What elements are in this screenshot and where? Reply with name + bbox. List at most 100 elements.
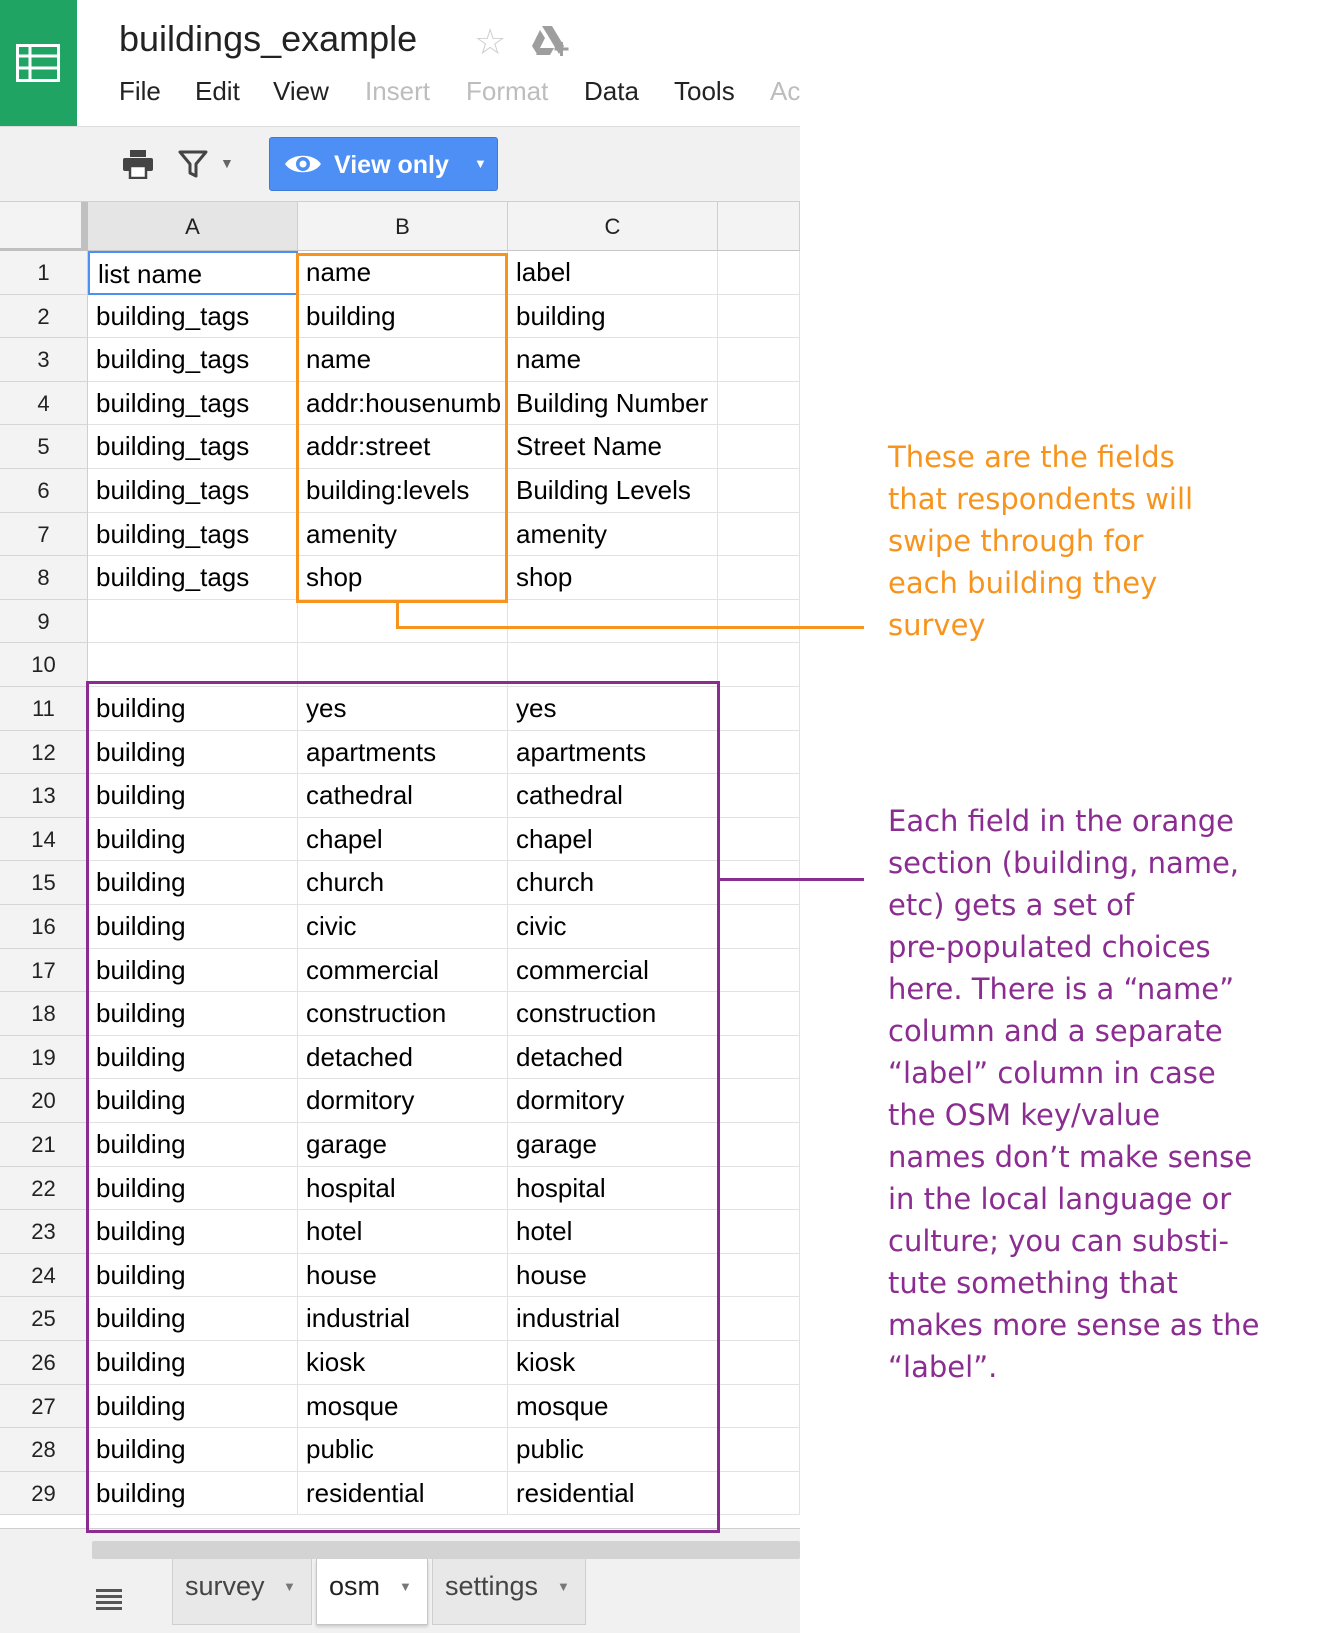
sheets-menu-icon[interactable] [96,1587,122,1616]
cell-d[interactable] [718,1166,800,1211]
cell-a[interactable] [88,599,298,644]
row-header[interactable]: 13 [0,774,88,818]
row-header[interactable]: 24 [0,1253,88,1298]
cell-d[interactable] [718,817,800,862]
row-header[interactable]: 25 [0,1297,88,1341]
star-icon[interactable]: ☆ [474,24,506,60]
cell-a[interactable]: building_tags [88,556,298,600]
row-header[interactable]: 16 [0,905,88,949]
menu-data[interactable]: Data [584,76,639,107]
column-header-a[interactable]: A [88,202,298,251]
row-header[interactable]: 27 [0,1384,88,1429]
row-header[interactable]: 18 [0,992,88,1036]
row-header[interactable]: 29 [0,1471,88,1516]
cell-d[interactable] [718,730,800,775]
cell-c[interactable]: building [508,294,718,339]
cell-d[interactable] [718,1428,800,1472]
cell-d[interactable] [718,556,800,600]
cell-d[interactable] [718,512,800,557]
filter-icon[interactable] [178,149,208,184]
menu-view[interactable]: View [273,76,329,107]
chevron-down-icon[interactable]: ▼ [399,1579,412,1594]
menu-format[interactable]: Format [466,76,548,107]
cell-a[interactable]: list name [88,251,298,295]
cell-b[interactable] [298,599,508,644]
view-only-button[interactable]: View only ▼ [269,137,498,191]
cell-d[interactable] [718,1253,800,1298]
column-header-b[interactable]: B [298,202,508,251]
horizontal-scrollbar[interactable] [92,1541,800,1559]
cell-c[interactable]: Building Levels [508,469,718,513]
cell-d[interactable] [718,1210,800,1254]
cell-d[interactable] [718,338,800,382]
row-header[interactable]: 11 [0,687,88,731]
cell-d[interactable] [718,1341,800,1385]
row-header[interactable]: 9 [0,599,88,644]
row-header[interactable]: 1 [0,251,88,295]
cell-d[interactable] [718,1384,800,1429]
chevron-down-icon[interactable]: ▼ [220,155,234,171]
cell-c[interactable]: amenity [508,512,718,557]
cell-a[interactable]: building_tags [88,512,298,557]
cell-d[interactable] [718,1297,800,1341]
cell-d[interactable] [718,861,800,905]
print-icon[interactable] [122,149,154,184]
row-header[interactable]: 10 [0,643,88,687]
cell-d[interactable] [718,294,800,339]
cell-c[interactable]: Street Name [508,425,718,469]
chevron-down-icon[interactable]: ▼ [557,1579,570,1594]
cell-d[interactable] [718,774,800,818]
row-header[interactable]: 15 [0,861,88,905]
menu-tools[interactable]: Tools [674,76,735,107]
drive-add-icon[interactable] [532,24,572,63]
row-header[interactable]: 17 [0,948,88,993]
cell-c[interactable]: shop [508,556,718,600]
cell-d[interactable] [718,1123,800,1167]
cell-d[interactable] [718,381,800,426]
row-header[interactable]: 5 [0,425,88,469]
row-header[interactable]: 6 [0,469,88,513]
row-header[interactable]: 20 [0,1079,88,1123]
cell-d[interactable] [718,948,800,993]
document-title[interactable]: buildings_example [119,18,417,60]
column-header-c[interactable]: C [508,202,718,251]
row-header[interactable]: 28 [0,1428,88,1472]
row-header[interactable]: 14 [0,817,88,862]
menu-insert[interactable]: Insert [365,76,430,107]
row-header[interactable]: 19 [0,1035,88,1080]
cell-d[interactable] [718,1079,800,1123]
cell-a[interactable]: building_tags [88,469,298,513]
cell-d[interactable] [718,992,800,1036]
sheet-tab-settings[interactable]: settings ▼ [432,1559,586,1625]
row-header[interactable]: 3 [0,338,88,382]
menu-edit[interactable]: Edit [195,76,240,107]
sheets-logo-icon[interactable] [0,0,77,126]
cell-a[interactable]: building_tags [88,294,298,339]
menu-addons[interactable]: Ac [770,76,800,107]
row-header[interactable]: 8 [0,556,88,600]
cell-c[interactable]: name [508,338,718,382]
cell-d[interactable] [718,425,800,469]
cell-c[interactable]: Building Number [508,381,718,426]
cell-a[interactable]: building_tags [88,338,298,382]
cell-c[interactable]: label [508,251,718,295]
sheet-tab-survey[interactable]: survey ▼ [172,1559,312,1625]
cell-d[interactable] [718,687,800,731]
cell-d[interactable] [718,469,800,513]
row-header[interactable]: 2 [0,294,88,339]
row-header[interactable]: 4 [0,381,88,426]
cell-d[interactable] [718,643,800,687]
chevron-down-icon[interactable]: ▼ [283,1579,296,1594]
cell-d[interactable] [718,1471,800,1516]
cell-c[interactable] [508,599,718,644]
column-header-d[interactable] [718,202,800,251]
row-header[interactable]: 12 [0,730,88,775]
row-header[interactable]: 7 [0,512,88,557]
row-header[interactable]: 26 [0,1341,88,1385]
cell-a[interactable]: building_tags [88,425,298,469]
row-header[interactable]: 23 [0,1210,88,1254]
cell-d[interactable] [718,1035,800,1080]
sheet-tab-osm[interactable]: osm ▼ [316,1559,428,1625]
cell-d[interactable] [718,905,800,949]
cell-d[interactable] [718,599,800,644]
